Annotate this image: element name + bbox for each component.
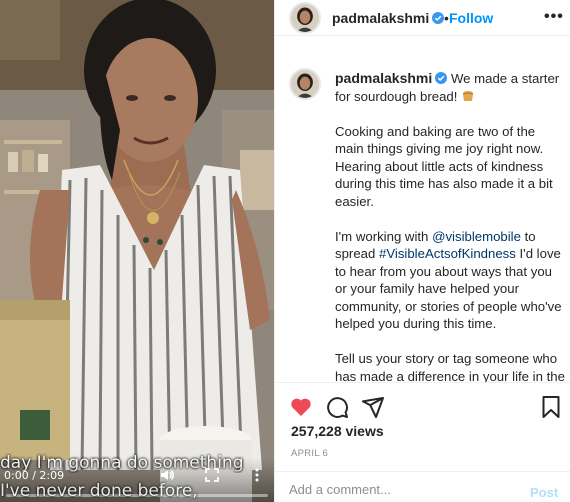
- comment-bar: Post: [275, 471, 570, 502]
- post-panel: padmalakshmi • Follow ••• padmalakshmi W…: [274, 0, 570, 502]
- bread-emoji-icon: [462, 90, 474, 101]
- post-caption-area: padmalakshmi We made a starter for sourd…: [275, 36, 570, 382]
- post-header: padmalakshmi • Follow •••: [275, 0, 570, 36]
- bookmark-icon[interactable]: [539, 395, 563, 419]
- follow-button[interactable]: Follow: [449, 10, 493, 26]
- post-comment-button[interactable]: Post: [530, 485, 558, 500]
- heart-icon[interactable]: [289, 395, 313, 419]
- caption-paragraph-1: Cooking and baking are two of the main t…: [335, 123, 553, 209]
- verified-badge-icon: [435, 72, 448, 84]
- header-username-block: padmalakshmi: [332, 10, 445, 28]
- share-icon[interactable]: [361, 395, 385, 419]
- caption-paragraph-3: Tell us your story or tag someone who ha…: [335, 350, 567, 382]
- header-username[interactable]: padmalakshmi: [332, 10, 429, 26]
- post-date[interactable]: APRIL 6: [291, 448, 328, 459]
- view-count[interactable]: 257,228 views: [291, 423, 384, 439]
- caption-username[interactable]: padmalakshmi: [335, 70, 432, 86]
- comment-icon[interactable]: [325, 395, 349, 419]
- mention-link[interactable]: @visiblemobile: [432, 229, 521, 244]
- more-options-icon[interactable]: •••: [544, 8, 564, 26]
- avatar[interactable]: [289, 2, 321, 34]
- hashtag-link[interactable]: #VisibleActsofKindness: [379, 246, 516, 261]
- comment-input[interactable]: [289, 480, 499, 498]
- video-subtitle-line-2: I've never done before,: [0, 481, 198, 501]
- verified-badge-icon: [432, 12, 445, 24]
- video-frame: [0, 0, 274, 502]
- caption-paragraph-2: I'm working with @visiblemobile to sprea…: [335, 228, 567, 333]
- caption-p2-prefix: I'm working with: [335, 228, 433, 244]
- caption-p3-text: Tell us your story or tag someone who ha…: [335, 351, 565, 382]
- video-player[interactable]: day I'm gonna do something 0:00 / 2:09 I…: [0, 0, 274, 502]
- avatar[interactable]: [289, 68, 321, 100]
- post-actions: [275, 382, 570, 428]
- post-caption: padmalakshmi We made a starter for sourd…: [335, 70, 567, 382]
